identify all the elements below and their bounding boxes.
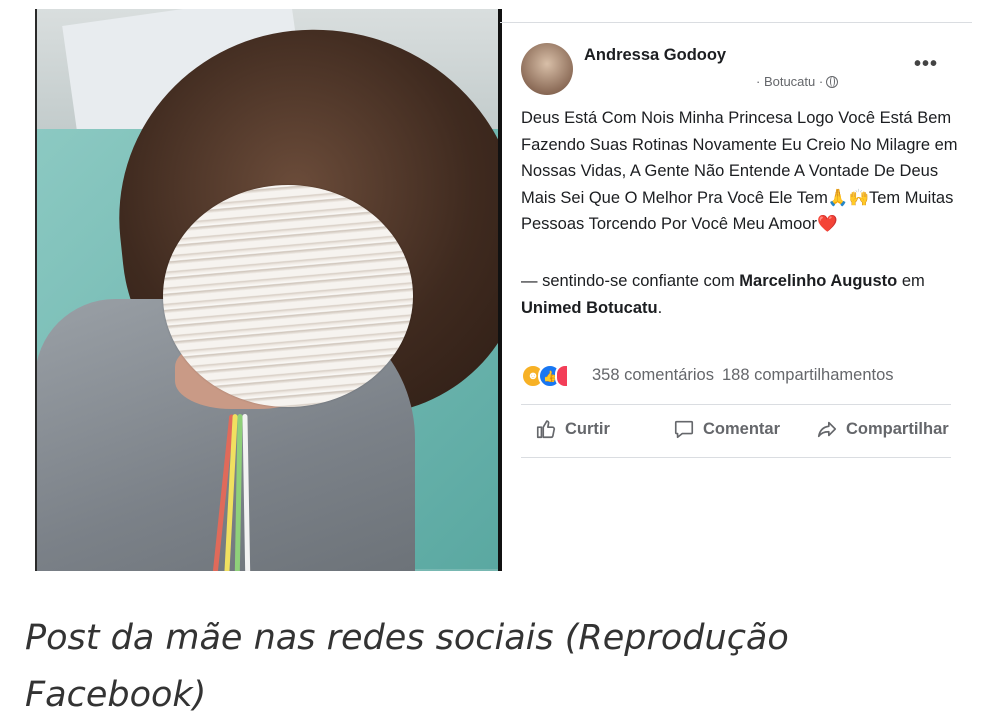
comments-count[interactable]: 358 comentários: [592, 366, 714, 384]
post-meta: · Botucatu ·: [756, 74, 839, 89]
feeling-mid: em: [897, 272, 925, 290]
share-label: Compartilhar: [846, 419, 949, 438]
engagement-counts: 358 comentários 188 compartilhamentos: [592, 366, 894, 385]
divider-top: [500, 22, 972, 23]
more-options-icon[interactable]: •••: [914, 54, 938, 74]
divider-bottom: [521, 457, 951, 458]
love-icon: [555, 364, 569, 388]
tagged-person-link[interactable]: Marcelinho Augusto: [739, 272, 897, 290]
post-feeling: — sentindo-se confiante com Marcelinho A…: [521, 268, 961, 321]
like-label: Curtir: [565, 419, 610, 438]
avatar[interactable]: [521, 43, 573, 95]
image-caption: Post da mãe nas redes sociais (Reproduçã…: [25, 618, 789, 715]
post-body: Deus Está Com Nois Minha Princesa Logo V…: [521, 109, 958, 233]
comment-label: Comentar: [703, 419, 781, 438]
share-button[interactable]: Compartilhar: [816, 418, 949, 440]
shares-count[interactable]: 188 compartilhamentos: [722, 366, 894, 384]
comment-button[interactable]: Comentar: [673, 418, 780, 440]
reaction-summary[interactable]: ☻ 👍: [521, 363, 569, 389]
post-author[interactable]: Andressa Godooy: [584, 46, 726, 65]
comment-icon: [674, 420, 694, 439]
feeling-suffix: .: [657, 298, 663, 317]
action-bar: Curtir Comentar Compartilhar: [535, 418, 975, 446]
face-blur-mask: [163, 185, 413, 407]
divider-mid: [521, 404, 951, 405]
feeling-prefix: — sentindo-se confiante com: [521, 272, 740, 290]
share-icon: [817, 421, 837, 438]
thumbs-up-icon: [536, 420, 556, 439]
photo-border-left: [35, 9, 37, 571]
post-location[interactable]: · Botucatu ·: [756, 74, 823, 89]
like-button[interactable]: Curtir: [535, 418, 610, 440]
globe-icon: [826, 75, 839, 88]
post-photo[interactable]: [35, 9, 502, 571]
photo-border-right: [498, 9, 502, 571]
place-link[interactable]: Unimed Botucatu: [521, 299, 658, 317]
